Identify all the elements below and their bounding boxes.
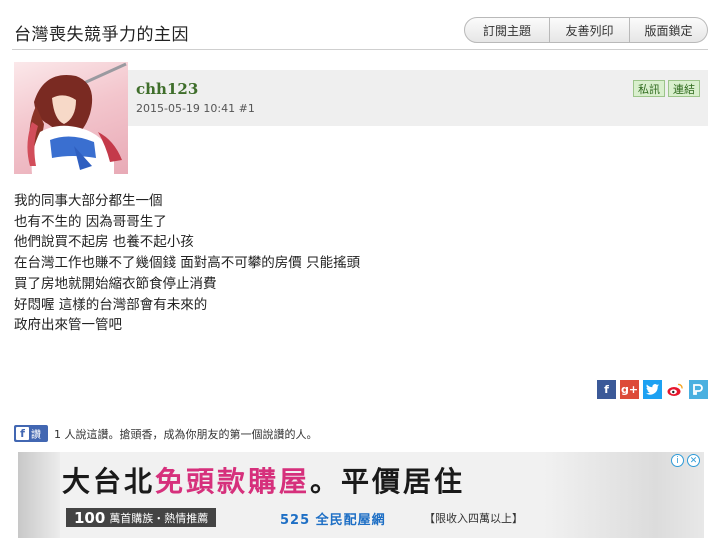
ad-tagline-text: 萬首購族・熱情推薦 (109, 511, 209, 525)
post-meta: 2015-05-19 10:41 #1 (136, 102, 255, 115)
like-label: 讚 (31, 430, 41, 441)
ad-info-icon[interactable]: i (671, 454, 684, 467)
title-divider (12, 49, 708, 50)
facebook-icon: f (16, 427, 29, 440)
plurk-icon[interactable] (689, 380, 708, 399)
post-user-bar: chh123 2015-05-19 10:41 #1 私訊 連結 (128, 70, 708, 126)
facebook-like-row: f 讚 1 人說這讚。搶頭香，成為你朋友的第一個說讚的人。 (14, 425, 318, 442)
ad-headline: 大台北免頭款購屋。平價居住 (62, 460, 465, 500)
post-line: 好悶喔 這樣的台灣部會有未來的 (14, 296, 208, 313)
post-body: 我的同事大部分都生一個 也有不生的 因為哥哥生了 他們說買不起房 也養不起小孩 … (14, 191, 614, 336)
like-count-text: 1 人說這讚。搶頭香，成為你朋友的第一個說讚的人。 (54, 427, 318, 441)
post-floor[interactable]: #1 (239, 102, 255, 115)
post-line: 也有不生的 因為哥哥生了 (14, 213, 167, 230)
post-line: 我的同事大部分都生一個 (14, 193, 163, 209)
thread-header: 台灣喪失競爭力的主因 訂閱主題 友善列印 版面鎖定 (0, 0, 720, 50)
thread-title: 台灣喪失競爭力的主因 (14, 25, 189, 45)
facebook-like-button[interactable]: f 讚 (14, 425, 48, 442)
ad-close-icon[interactable]: ✕ (687, 454, 700, 467)
private-message-button[interactable]: 私訊 (633, 80, 665, 97)
print-button[interactable]: 友善列印 (550, 17, 630, 43)
advertisement-banner[interactable]: 大台北免頭款購屋。平價居住 100 萬首購族・熱情推薦 525 全民配屋網 【限… (18, 452, 704, 538)
avatar-illustration (27, 62, 127, 174)
post-link-button[interactable]: 連結 (668, 80, 700, 97)
facebook-icon[interactable]: f (597, 380, 616, 399)
ad-choices[interactable]: i ✕ (671, 454, 700, 467)
thread-actions: 訂閱主題 友善列印 版面鎖定 (464, 17, 708, 43)
google-plus-icon[interactable]: g+ (620, 380, 639, 399)
post-line: 買了房地就開始縮衣節食停止消費 (14, 275, 217, 292)
subscribe-button[interactable]: 訂閱主題 (464, 17, 550, 43)
ad-headline-part: 大台北 (62, 465, 156, 498)
user-actions: 私訊 連結 (633, 80, 700, 97)
ad-condition: 【限收入四萬以上】 (424, 512, 523, 525)
post-line: 政府出來管一管吧 (14, 317, 122, 334)
ad-site-name: 525 全民配屋網 (280, 513, 386, 528)
ad-headline-part: 。平價居住 (310, 465, 466, 498)
avatar[interactable] (14, 62, 128, 174)
ad-headline-highlight: 免頭款購屋 (155, 465, 311, 498)
share-bar: f g+ (597, 380, 708, 399)
ad-tagline-number: 100 (74, 508, 106, 527)
username[interactable]: chh123 (136, 80, 198, 98)
weibo-icon[interactable] (666, 380, 685, 399)
post-line: 他們說買不起房 也養不起小孩 (14, 234, 194, 251)
post-line: 在台灣工作也賺不了幾個錢 面對高不可攀的房價 只能搖頭 (14, 255, 361, 272)
ad-decoration (18, 452, 60, 538)
post-datetime: 2015-05-19 10:41 (136, 102, 236, 115)
lock-layout-button[interactable]: 版面鎖定 (630, 17, 708, 43)
ad-tagline-badge: 100 萬首購族・熱情推薦 (66, 508, 217, 527)
twitter-icon[interactable] (643, 380, 662, 399)
